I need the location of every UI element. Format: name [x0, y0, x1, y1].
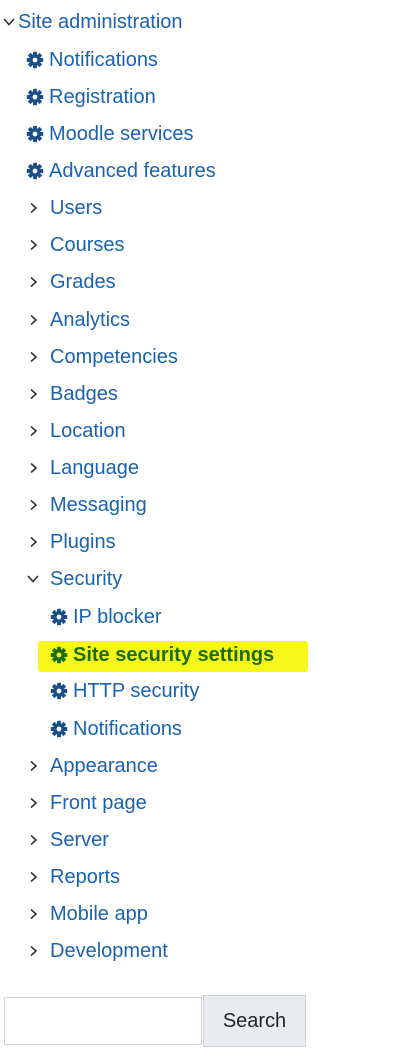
tree-item-label: Advanced features: [49, 160, 216, 182]
chevron-right-icon: [26, 387, 40, 401]
tree-category-label: Security: [50, 568, 123, 590]
tree-item-label: Site security settings: [73, 644, 275, 666]
gear-icon: [50, 646, 68, 664]
tree-item-security-notifications[interactable]: Notifications: [50, 714, 182, 744]
tree-item-http-security[interactable]: HTTP security: [50, 676, 199, 706]
tree-category-label: Server: [50, 829, 109, 851]
chevron-right-icon: [26, 833, 40, 847]
tree-category-development[interactable]: Development: [26, 936, 168, 966]
tree-category-grades[interactable]: Grades: [26, 267, 116, 297]
chevron-right-icon: [26, 870, 40, 884]
chevron-right-icon: [26, 313, 40, 327]
chevron-right-icon: [26, 944, 40, 958]
tree-item-label: IP blocker: [73, 606, 162, 628]
tree-category-label: Users: [50, 197, 103, 219]
search-button[interactable]: Search: [203, 995, 306, 1047]
tree-category-label: Appearance: [50, 755, 158, 777]
tree-category-courses[interactable]: Courses: [26, 230, 124, 260]
tree-root-site-administration[interactable]: Site administration: [2, 7, 183, 37]
tree-category-label: Courses: [50, 234, 125, 256]
tree-item-label: HTTP security: [73, 680, 200, 702]
gear-icon: [26, 162, 44, 180]
tree-category-label: Analytics: [50, 309, 131, 331]
chevron-right-icon: [26, 350, 40, 364]
tree-item-label: Registration: [49, 86, 156, 108]
tree-item-label: Moodle services: [49, 123, 194, 145]
tree-category-plugins[interactable]: Plugins: [26, 527, 116, 557]
gear-icon: [50, 682, 68, 700]
tree-category-messaging[interactable]: Messaging: [26, 490, 147, 520]
tree-category-label: Language: [50, 457, 139, 479]
gear-icon: [26, 125, 44, 143]
chevron-down-icon: [2, 15, 16, 29]
gear-icon: [50, 720, 68, 738]
tree-root-label: Site administration: [18, 11, 183, 33]
tree-category-reports[interactable]: Reports: [26, 862, 120, 892]
tree-category-front-page[interactable]: Front page: [26, 788, 147, 818]
tree-category-label: Front page: [50, 792, 147, 814]
chevron-right-icon: [26, 535, 40, 549]
chevron-right-icon: [26, 424, 40, 438]
tree-category-analytics[interactable]: Analytics: [26, 305, 130, 335]
tree-item-registration[interactable]: Registration: [26, 82, 156, 112]
tree-category-label: Reports: [50, 866, 121, 888]
tree-category-label: Development: [50, 940, 168, 962]
tree-item-ip-blocker[interactable]: IP blocker: [50, 602, 162, 632]
chevron-right-icon: [26, 201, 40, 215]
tree-category-label: Messaging: [50, 494, 147, 516]
tree-category-appearance[interactable]: Appearance: [26, 751, 158, 781]
chevron-down-icon: [26, 572, 40, 586]
gear-icon: [50, 608, 68, 626]
tree-item-notifications[interactable]: Notifications: [26, 45, 158, 75]
tree-category-competencies[interactable]: Competencies: [26, 342, 178, 372]
chevron-right-icon: [26, 461, 40, 475]
tree-category-label: Mobile app: [50, 903, 148, 925]
tree-category-users[interactable]: Users: [26, 193, 102, 223]
gear-icon: [26, 51, 44, 69]
tree-category-language[interactable]: Language: [26, 453, 139, 483]
chevron-right-icon: [26, 498, 40, 512]
tree-category-server[interactable]: Server: [26, 825, 109, 855]
tree-category-location[interactable]: Location: [26, 416, 126, 446]
tree-item-label: Notifications: [73, 718, 182, 740]
tree-category-label: Competencies: [50, 346, 178, 368]
chevron-right-icon: [26, 907, 40, 921]
tree-category-label: Location: [50, 420, 126, 442]
tree-item-moodle-services[interactable]: Moodle services: [26, 119, 194, 149]
tree-category-badges[interactable]: Badges: [26, 379, 118, 409]
tree-category-label: Plugins: [50, 531, 116, 553]
tree-category-mobile-app[interactable]: Mobile app: [26, 899, 148, 929]
tree-category-label: Grades: [50, 271, 116, 293]
tree-item-site-security-settings[interactable]: Site security settings: [50, 640, 274, 670]
gear-icon: [26, 88, 44, 106]
tree-category-label: Badges: [50, 383, 118, 405]
chevron-right-icon: [26, 275, 40, 289]
tree-category-security[interactable]: Security: [26, 564, 122, 594]
chevron-right-icon: [26, 238, 40, 252]
tree-item-advanced-features[interactable]: Advanced features: [26, 156, 216, 186]
chevron-right-icon: [26, 759, 40, 773]
chevron-right-icon: [26, 796, 40, 810]
tree-item-label: Notifications: [49, 49, 158, 71]
admin-search-input[interactable]: [4, 997, 202, 1045]
